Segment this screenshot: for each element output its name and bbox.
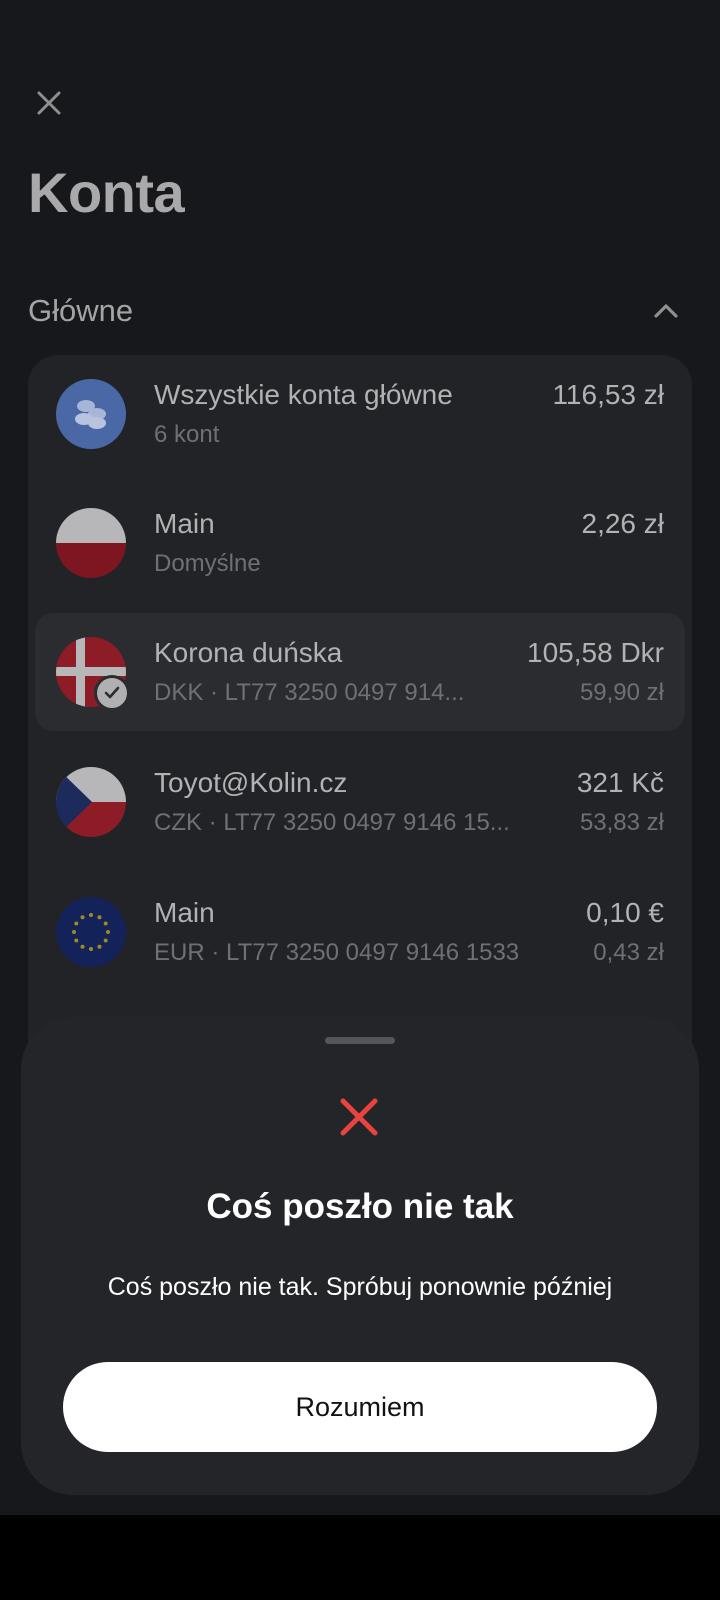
account-subtitle: Domyślne — [154, 550, 261, 577]
account-subtitle: 6 kont — [154, 421, 220, 448]
coins-icon — [56, 379, 126, 449]
account-name: Toyot@Kolin.cz — [154, 767, 348, 798]
account-name: Korona duńska — [154, 637, 343, 668]
error-bottom-sheet: Coś poszło nie tak Coś poszło nie tak. S… — [21, 1017, 699, 1495]
denmark-flag-icon — [56, 637, 130, 711]
account-row-dkk[interactable]: Korona duńska DKK · LT77 3250 0497 914..… — [35, 613, 685, 731]
account-balance-converted: 59,90 zł — [579, 679, 664, 706]
poland-flag-icon — [56, 508, 126, 578]
czech-flag-icon — [56, 767, 126, 837]
account-name: Wszystkie konta główne — [154, 379, 453, 410]
account-subtitle: EUR · LT77 3250 0497 9146 1533 — [154, 939, 520, 966]
account-balance: 321 Kč — [576, 767, 664, 798]
close-icon — [37, 91, 61, 115]
sheet-drag-handle[interactable] — [325, 1037, 395, 1044]
section-label: Główne — [28, 293, 134, 328]
section-header[interactable]: Główne — [28, 286, 692, 336]
account-row-czk[interactable]: Toyot@Kolin.cz CZK · LT77 3250 0497 9146… — [28, 743, 692, 861]
error-message: Coś poszło nie tak. Spróbuj ponownie póź… — [107, 1273, 613, 1301]
eu-flag-icon — [56, 897, 126, 967]
check-icon — [94, 675, 130, 711]
chevron-up-icon[interactable] — [646, 291, 686, 331]
account-balance-converted: 0,43 zł — [593, 939, 664, 966]
account-name: Main — [154, 897, 215, 928]
account-row-all[interactable]: Wszystkie konta główne 6 kont 116,53 zł — [28, 355, 692, 473]
accounts-list: Wszystkie konta główne 6 kont 116,53 zł … — [28, 355, 692, 1115]
account-subtitle: CZK · LT77 3250 0497 9146 15... — [154, 809, 510, 836]
account-name: Main — [154, 508, 215, 539]
account-balance: 2,26 zł — [581, 508, 665, 539]
account-row-main-eur[interactable]: Main EUR · LT77 3250 0497 9146 1533 0,10… — [28, 873, 692, 991]
accounts-screen: Konta Główne Wszystkie konta główne 6 ko… — [0, 0, 720, 1515]
close-button[interactable] — [30, 84, 68, 122]
account-balance: 105,58 Dkr — [527, 637, 664, 668]
account-balance-converted: 53,83 zł — [579, 809, 664, 836]
account-balance: 0,10 € — [586, 897, 664, 928]
account-row-main-pln[interactable]: Main Domyślne 2,26 zł — [28, 484, 692, 602]
account-balance: 116,53 zł — [552, 379, 664, 410]
account-subtitle: DKK · LT77 3250 0497 914... — [154, 679, 465, 706]
understand-button[interactable]: Rozumiem — [63, 1362, 657, 1452]
error-title: Coś poszło nie tak — [206, 1187, 514, 1226]
error-x-icon — [340, 1098, 378, 1136]
page-title: Konta — [28, 161, 185, 224]
